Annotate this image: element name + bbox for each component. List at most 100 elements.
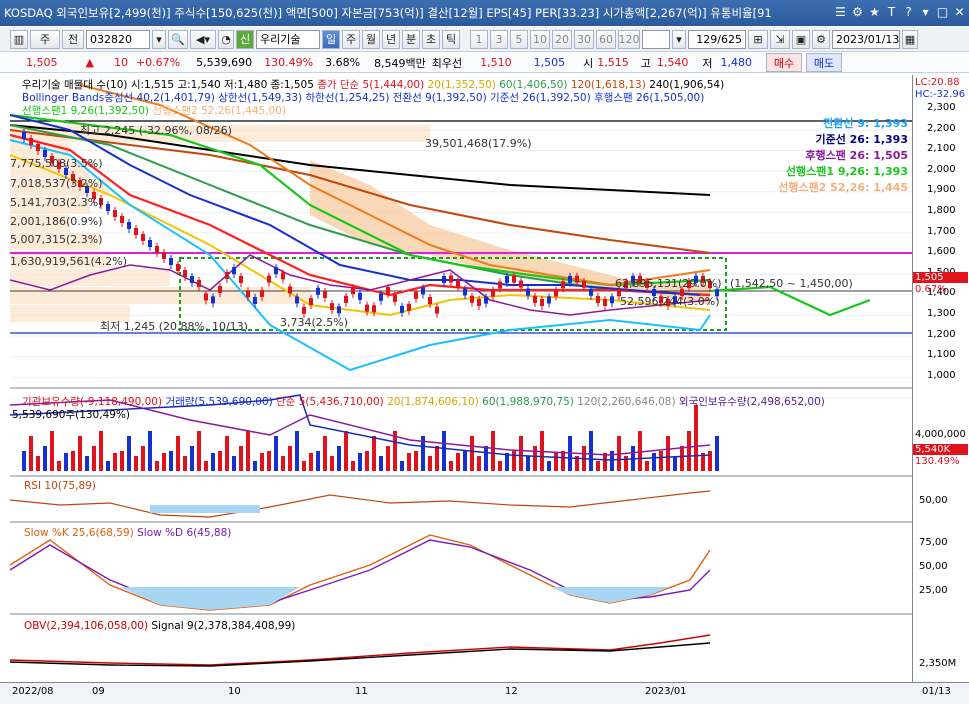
candle-body — [393, 294, 397, 302]
up-arrow-icon: ▲ — [85, 56, 94, 69]
volume-bar — [120, 451, 124, 471]
prev-button[interactable]: 전 — [62, 29, 84, 49]
interval-3[interactable]: 3 — [490, 29, 508, 49]
sell-button[interactable]: 매도 — [806, 53, 843, 72]
legend-item-2: 후행스팬 26: 1,505 — [805, 149, 908, 162]
crosshair-icon[interactable]: ⊞ — [748, 29, 768, 49]
tab-tick[interactable]: 틱 — [442, 29, 460, 49]
candle-body — [400, 305, 404, 313]
volume-bar — [351, 461, 355, 471]
candle-body — [477, 298, 481, 306]
history-icon[interactable]: ◔ — [218, 29, 234, 49]
candle-body — [239, 275, 243, 283]
speaker-icon[interactable]: ◀▾ — [190, 29, 216, 49]
volume-bar — [267, 451, 271, 471]
candle-body — [309, 298, 313, 306]
interval-10[interactable]: 10 — [530, 29, 550, 49]
maximize-icon[interactable]: □ — [935, 4, 950, 20]
legend-item-3: 선행스팬1 9,26: 1,393 — [785, 165, 908, 178]
pin-icon[interactable]: ★ — [867, 4, 882, 20]
tab-minute[interactable]: 분 — [402, 29, 420, 49]
open-price: 1,515 — [597, 56, 629, 69]
span1-label: 선행스팬1 9,26(1,392,50) — [22, 105, 149, 117]
span2-label: 선행스팬2 52,26(1,445,00) — [152, 105, 287, 117]
settings-icon[interactable]: ⚙ — [850, 4, 865, 20]
interval-60[interactable]: 60 — [596, 29, 616, 49]
search-icon[interactable]: 🔍 — [168, 29, 188, 49]
date-field[interactable]: 2023/01/13 — [832, 29, 900, 49]
menu-icon[interactable]: ☰ — [833, 4, 848, 20]
chart-canvas[interactable]: 39,501,468(17.9%) 7,775,508(3.5%) 7,018,53… — [10, 75, 912, 682]
price-axis[interactable]: LC:20.88 HC:-32.96 2,300 2,200 2,100 2,000 1… — [912, 75, 969, 682]
scale-icon[interactable]: ⇲ — [770, 29, 790, 49]
tab-month[interactable]: 월 — [362, 29, 380, 49]
obv-line — [10, 634, 711, 666]
interval-120[interactable]: 120 — [618, 29, 640, 49]
price-tick: 1,800 — [927, 205, 956, 216]
tab-week[interactable]: 주 — [342, 29, 360, 49]
candle-body — [428, 297, 432, 305]
price-annotation: 2,001,186(0.9%) — [10, 215, 103, 228]
minimize-icon[interactable]: ▾ — [918, 4, 933, 20]
vol-ma120-label: 120(2,260,646,08) — [577, 396, 676, 408]
candle-body — [610, 296, 614, 304]
volume-bar — [365, 451, 369, 471]
code-dropdown-icon[interactable]: ▾ — [152, 29, 166, 49]
interval-30[interactable]: 30 — [574, 29, 594, 49]
tab-second[interactable]: 초 — [422, 29, 440, 49]
foreign-label: 외국인보유수량(2,498,652,00) — [678, 396, 825, 408]
date-axis[interactable]: 2022/08 09 10 11 12 2023/01 01/13 — [0, 682, 969, 704]
stoch-tick-75: 75,00 — [919, 537, 948, 548]
volume-bar — [673, 456, 677, 471]
candle-body — [281, 272, 285, 280]
candle-body — [540, 298, 544, 306]
data-count-field[interactable]: 129/625 — [688, 29, 746, 49]
turnover-rate: 3.68% — [325, 56, 361, 69]
candle-body — [337, 306, 341, 314]
text-icon[interactable]: T — [884, 4, 899, 20]
volume-bar — [225, 436, 229, 471]
current-price-tag: 1,505 — [913, 272, 968, 283]
candle-body — [421, 287, 425, 295]
span-header: 선행스팬1 9,26(1,392,50) 선행스팬2 52,26(1,445,0… — [22, 103, 286, 118]
quote-bar: 1,505 ▲ 10 +0.67% 5,539,690 130.49% 3.68… — [0, 53, 969, 73]
volume-bar — [666, 436, 670, 471]
volume-label: 거래량(5,539,690,00) — [165, 396, 273, 408]
candle-body — [197, 280, 201, 288]
low-price: 1,480 — [720, 56, 753, 69]
chart-type-button[interactable]: ▥ — [10, 29, 28, 49]
interval-1[interactable]: 1 — [470, 29, 488, 49]
volume-bar — [512, 451, 516, 471]
vol-ma20-label: 20(1,874,606,10) — [387, 396, 479, 408]
obv-label: OBV(2,394,106,058,00) — [24, 620, 149, 632]
calendar-icon[interactable]: ▦ — [902, 29, 918, 49]
interval-5[interactable]: 5 — [510, 29, 528, 49]
help-icon[interactable]: ? — [901, 4, 916, 20]
candle-body — [407, 303, 411, 311]
interval-input[interactable] — [642, 29, 670, 49]
stock-code-input[interactable]: 032820 — [86, 29, 150, 49]
interval-dropdown-icon[interactable]: ▾ — [672, 29, 686, 49]
volume-bar — [498, 461, 502, 471]
buy-button[interactable]: 매수 — [766, 53, 803, 72]
close-icon[interactable]: ✕ — [952, 4, 967, 20]
settings-icon[interactable]: ⚙ — [812, 29, 830, 49]
volume-bar — [176, 436, 180, 471]
volume-bar — [50, 431, 54, 471]
slow-d-label: Slow %D 6(45,88) — [137, 527, 232, 539]
volume-bar — [645, 461, 649, 471]
candle-body — [267, 275, 271, 283]
candle-body — [232, 267, 236, 275]
save-icon[interactable]: ▣ — [792, 29, 810, 49]
period-dropdown[interactable]: 주 — [30, 29, 60, 49]
interval-20[interactable]: 20 — [552, 29, 572, 49]
tab-day[interactable]: 일 — [322, 29, 340, 49]
volume-bar — [330, 456, 334, 471]
volume-spike-bar — [694, 405, 698, 471]
volume-value: 5,539,690 — [196, 56, 253, 69]
tab-year[interactable]: 년 — [382, 29, 400, 49]
chart-area[interactable]: 39,501,468(17.9%) 7,775,508(3.5%) 7,018,53… — [10, 75, 912, 682]
price-annotation: (1,542,50 ~ 1,450,00) — [730, 277, 853, 290]
volume-bar — [547, 461, 551, 471]
legend-item-4: 선행스팬2 52,26: 1,445 — [778, 181, 908, 194]
